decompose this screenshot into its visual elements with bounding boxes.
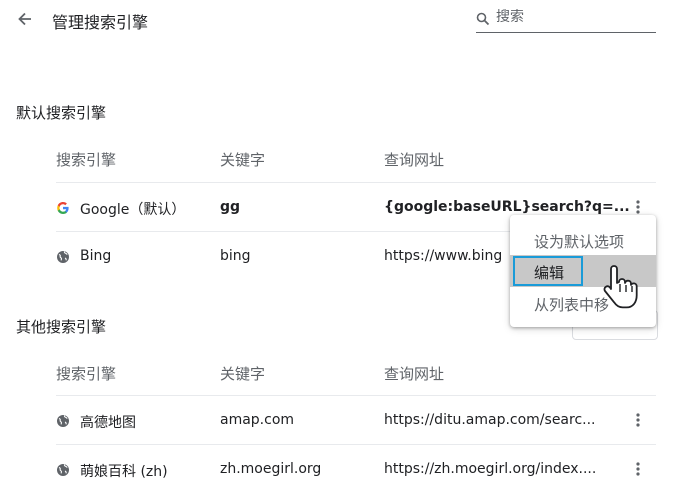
menu-item-label: 从列表中移 bbox=[534, 296, 610, 314]
google-g-icon bbox=[56, 200, 70, 214]
globe-icon bbox=[56, 249, 70, 263]
more-vert-icon[interactable] bbox=[630, 412, 646, 428]
back-arrow-icon[interactable] bbox=[14, 8, 36, 30]
column-header-url: 查询网址 bbox=[384, 151, 445, 169]
column-header-engine: 搜索引擎 bbox=[56, 151, 117, 169]
more-vert-icon[interactable] bbox=[630, 199, 646, 215]
search-icon bbox=[476, 11, 490, 26]
engine-name: Bing bbox=[80, 248, 112, 264]
divider bbox=[56, 182, 656, 183]
engine-url: {google:baseURL}search?q=... bbox=[384, 199, 630, 215]
search-field[interactable] bbox=[476, 8, 656, 33]
highlight-box bbox=[513, 256, 583, 286]
column-header-url: 查询网址 bbox=[384, 365, 445, 383]
menu-item-set-default[interactable]: 设为默认选项 bbox=[510, 224, 656, 256]
more-vert-icon[interactable] bbox=[630, 461, 646, 477]
divider bbox=[56, 444, 656, 445]
search-input[interactable] bbox=[496, 9, 646, 25]
page-title: 管理搜索引擎 bbox=[52, 13, 149, 32]
column-header-engine: 搜索引擎 bbox=[56, 365, 117, 383]
globe-icon bbox=[56, 413, 70, 427]
globe-icon bbox=[56, 462, 70, 476]
engine-url: https://ditu.amap.com/searc... bbox=[384, 412, 596, 428]
engine-url: https://zh.moegirl.org/index.... bbox=[384, 461, 597, 477]
column-header-keyword: 关键字 bbox=[220, 365, 266, 383]
hand-pointer-icon bbox=[600, 262, 642, 312]
menu-item-label: 设为默认选项 bbox=[534, 233, 625, 251]
engine-keyword: gg bbox=[220, 199, 241, 215]
engine-keyword: bing bbox=[220, 248, 251, 264]
column-header-keyword: 关键字 bbox=[220, 151, 266, 169]
other-engines-title: 其他搜索引擎 bbox=[16, 318, 107, 336]
engine-url: https://www.bing bbox=[384, 248, 503, 264]
engine-keyword: zh.moegirl.org bbox=[220, 461, 322, 477]
engine-name: 萌娘百科 (zh) bbox=[80, 464, 168, 480]
default-engines-title: 默认搜索引擎 bbox=[16, 104, 107, 122]
engine-name: 高德地图 bbox=[80, 415, 136, 431]
divider bbox=[56, 395, 656, 396]
engine-name: Google（默认） bbox=[80, 202, 186, 218]
engine-keyword: amap.com bbox=[220, 412, 295, 428]
